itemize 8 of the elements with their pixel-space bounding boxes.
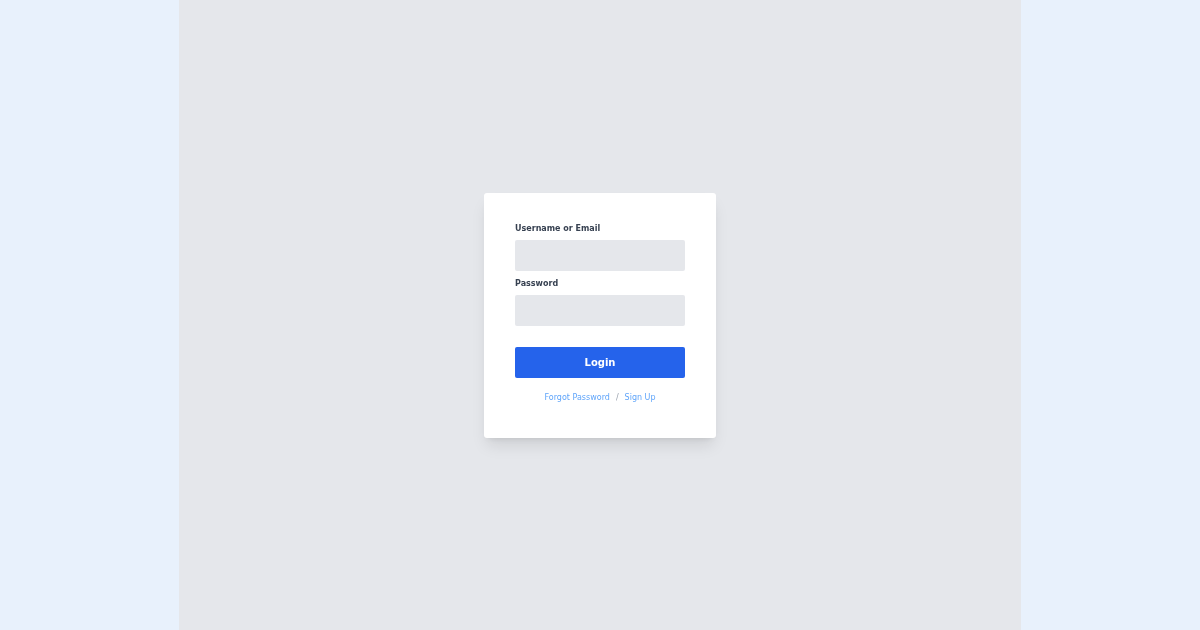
text-link[interactable]: Forgot Password xyxy=(544,392,610,403)
input-field[interactable] xyxy=(515,294,685,326)
login-button[interactable]: Login xyxy=(515,346,685,378)
input-field[interactable] xyxy=(515,239,685,271)
field-label: Username or Email xyxy=(515,223,602,234)
field-label: Password xyxy=(515,278,560,289)
separator: / xyxy=(615,392,619,403)
text-link[interactable]: Sign Up xyxy=(624,392,656,403)
